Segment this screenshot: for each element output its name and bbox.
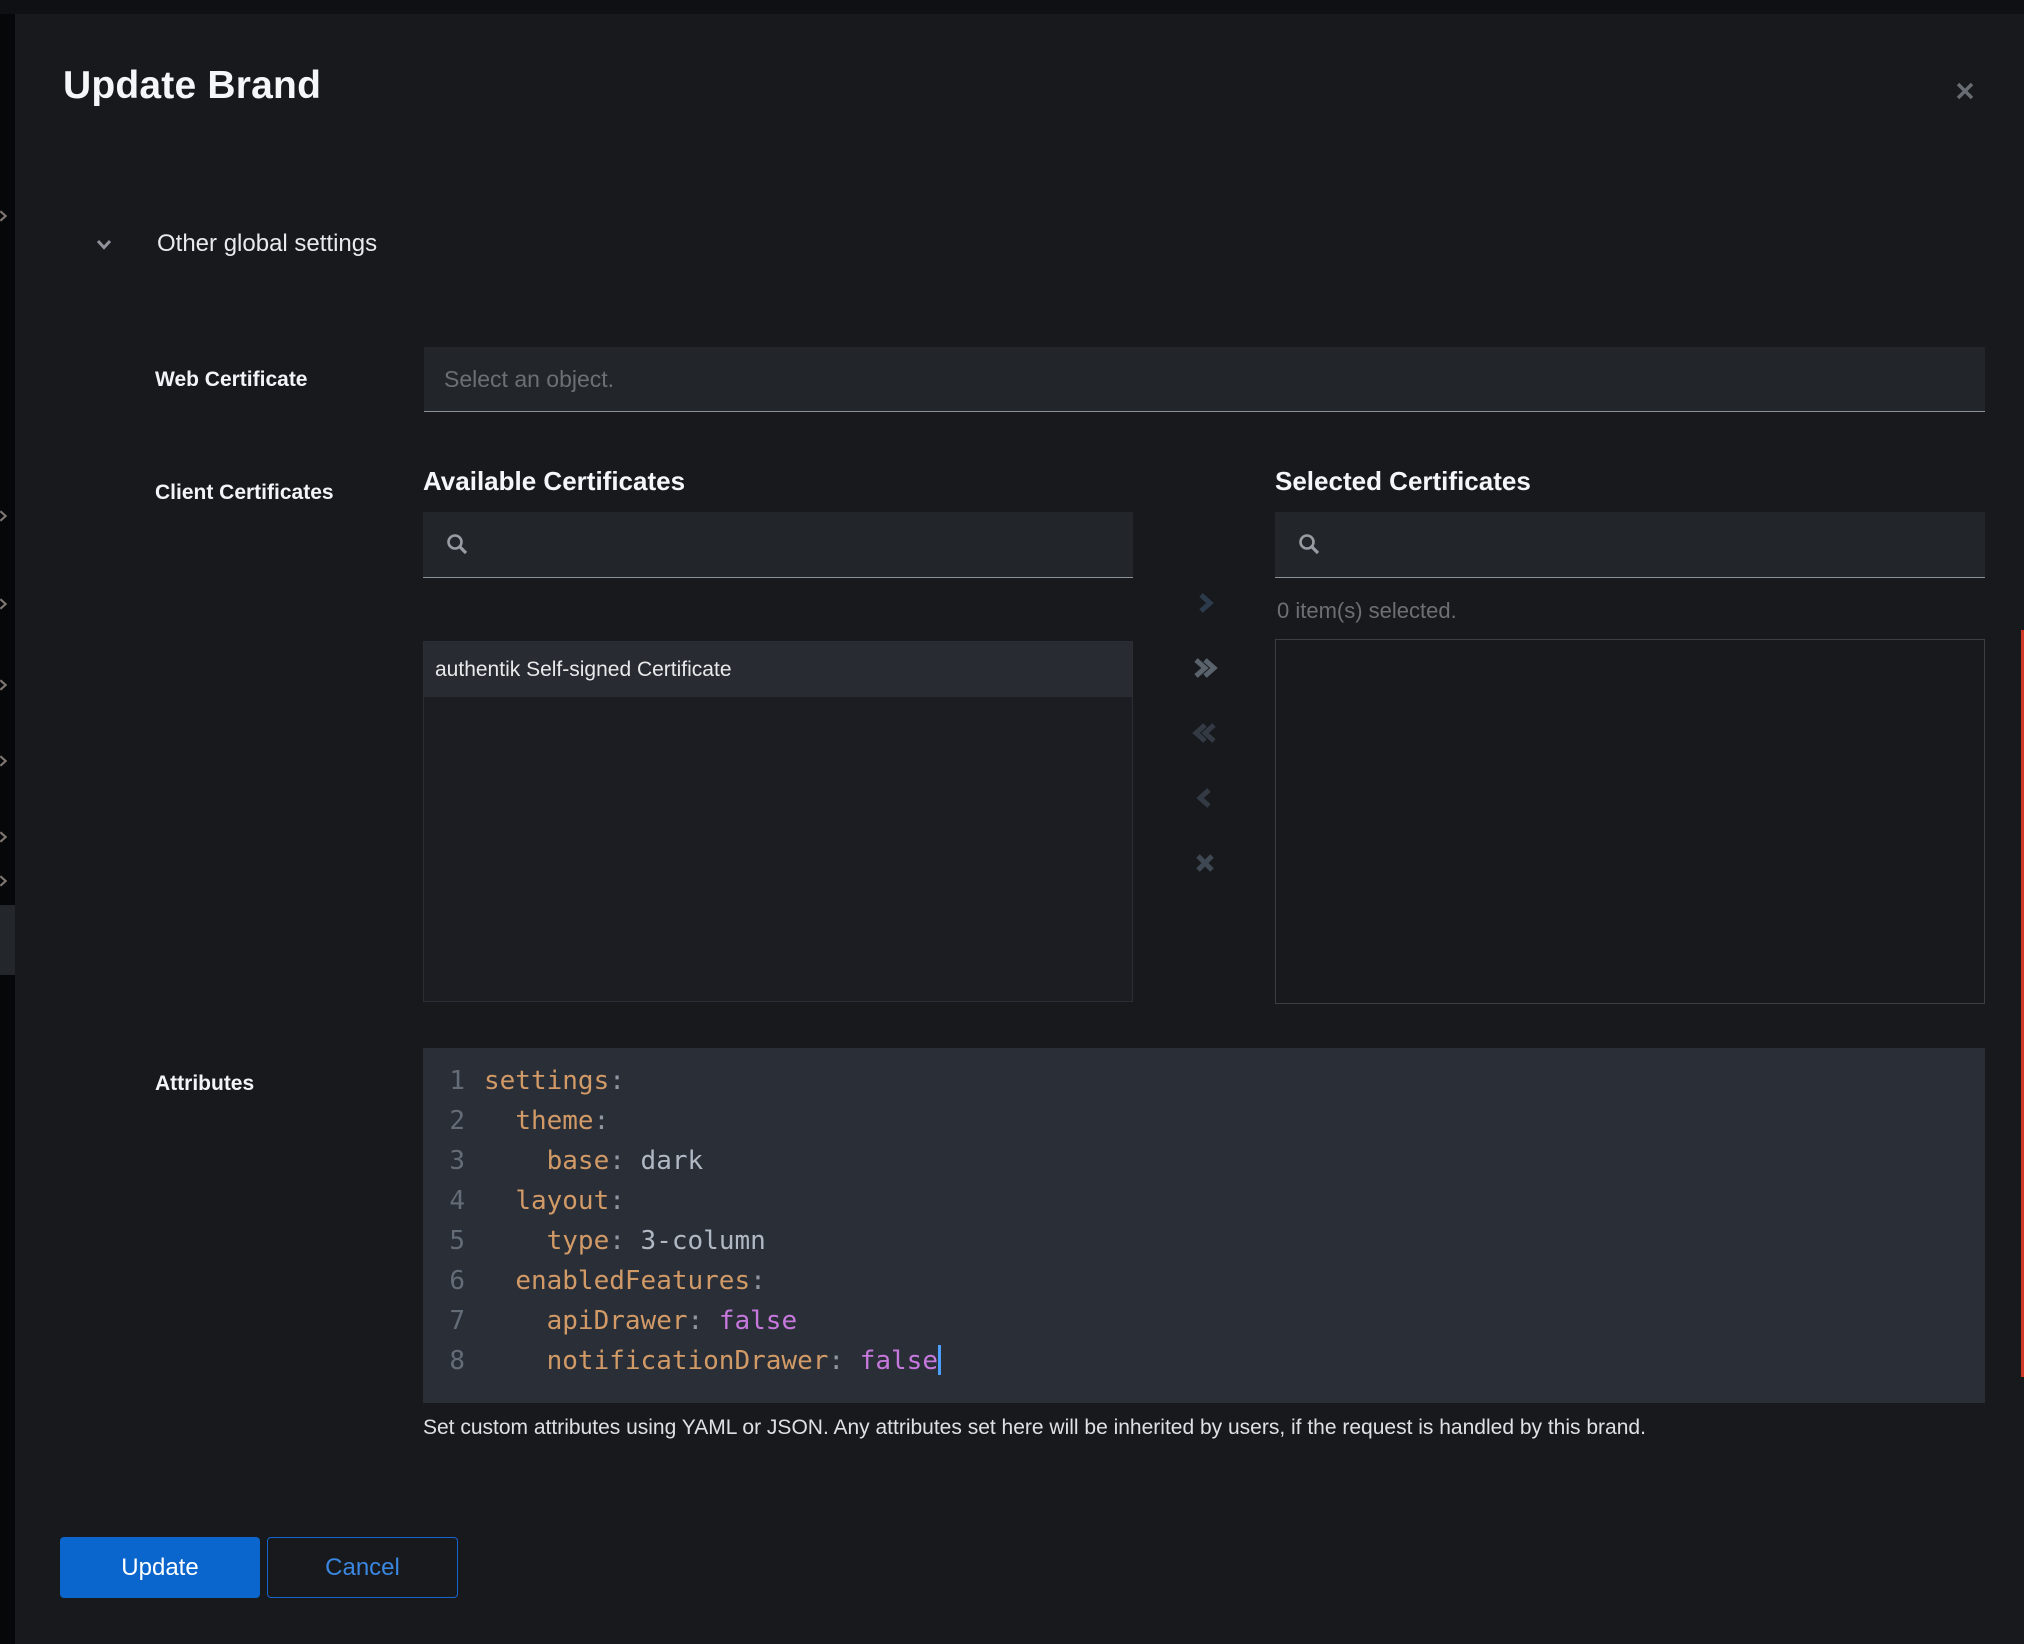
remove-selected-button[interactable] <box>1183 776 1227 820</box>
line-number: 3 <box>423 1141 465 1181</box>
update-brand-modal: Update Brand Other global settings Web C… <box>15 14 2024 1644</box>
chevron-right-icon <box>0 508 11 524</box>
chevron-right-icon <box>0 873 11 889</box>
chevron-right-icon <box>0 829 11 845</box>
available-search-input[interactable] <box>483 512 1127 578</box>
sidebar-item-partial <box>0 208 11 229</box>
text-caret <box>938 1345 941 1375</box>
line-number: 5 <box>423 1221 465 1261</box>
close-icon <box>1953 79 1977 103</box>
angle-left-icon <box>1190 783 1220 813</box>
chevron-right-icon <box>0 753 11 769</box>
cancel-button[interactable]: Cancel <box>267 1537 458 1598</box>
available-certificates-heading: Available Certificates <box>423 466 685 497</box>
modal-title: Update Brand <box>63 64 321 108</box>
sidebar-item-partial <box>0 873 11 894</box>
list-item[interactable]: authentik Self-signed Certificate <box>424 642 1132 697</box>
code-line: 5 type: 3-column <box>423 1221 1985 1261</box>
expander-other-global-settings[interactable]: Other global settings <box>92 230 377 258</box>
line-number: 7 <box>423 1301 465 1341</box>
attributes-help-text: Set custom attributes using YAML or JSON… <box>423 1416 1943 1440</box>
sidebar-item-partial <box>0 596 11 617</box>
line-number: 4 <box>423 1181 465 1221</box>
double-angle-left-icon <box>1190 718 1220 748</box>
double-angle-right-icon <box>1190 653 1220 683</box>
web-certificate-input[interactable] <box>424 347 1985 412</box>
line-number: 1 <box>423 1061 465 1101</box>
expander-label: Other global settings <box>157 230 377 258</box>
code-line: 8 notificationDrawer: false <box>423 1341 1985 1381</box>
available-list[interactable]: authentik Self-signed Certificate <box>423 641 1133 1002</box>
transfer-controls <box>1183 581 1227 885</box>
code-line: 2 theme: <box>423 1101 1985 1141</box>
sidebar-item-partial <box>0 753 11 774</box>
available-search <box>423 512 1133 578</box>
attributes-editor[interactable]: 1settings:2 theme:3 base: dark4 layout:5… <box>423 1048 1985 1403</box>
chevron-down-icon <box>92 232 116 256</box>
selected-count-status: 0 item(s) selected. <box>1277 598 1457 624</box>
code-line: 6 enabledFeatures: <box>423 1261 1985 1301</box>
x-mark-icon <box>1190 848 1220 878</box>
add-selected-button[interactable] <box>1183 581 1227 625</box>
sidebar-item-partial <box>0 677 11 698</box>
sidebar-highlight-row <box>0 905 15 975</box>
add-all-button[interactable] <box>1183 646 1227 690</box>
chevron-right-icon <box>0 677 11 693</box>
selected-search <box>1275 512 1985 578</box>
update-button[interactable]: Update <box>60 1537 260 1598</box>
sidebar-item-partial <box>0 829 11 850</box>
close-button[interactable] <box>1943 70 1987 114</box>
web-certificate-label: Web Certificate <box>155 368 308 392</box>
page: Update Brand Other global settings Web C… <box>0 0 2024 1644</box>
code-line: 7 apiDrawer: false <box>423 1301 1985 1341</box>
attributes-label: Attributes <box>155 1072 254 1096</box>
line-number: 2 <box>423 1101 465 1141</box>
client-certificates-label: Client Certificates <box>155 481 334 505</box>
chevron-right-icon <box>0 208 11 224</box>
code-line: 4 layout: <box>423 1181 1985 1221</box>
clear-button[interactable] <box>1183 841 1227 885</box>
code-line: 1settings: <box>423 1061 1985 1101</box>
angle-right-icon <box>1190 588 1220 618</box>
attributes-code-lines: 1settings:2 theme:3 base: dark4 layout:5… <box>423 1061 1985 1381</box>
sidebar-item-partial <box>0 508 11 529</box>
code-line: 3 base: dark <box>423 1141 1985 1181</box>
selected-search-input[interactable] <box>1335 512 1979 578</box>
selected-list[interactable] <box>1275 639 1985 1004</box>
sidebar-sliver <box>0 14 15 1644</box>
search-icon <box>444 531 472 559</box>
selected-certificates-heading: Selected Certificates <box>1275 466 1531 497</box>
line-number: 8 <box>423 1341 465 1381</box>
chevron-right-icon <box>0 596 11 612</box>
line-number: 6 <box>423 1261 465 1301</box>
search-icon <box>1296 531 1324 559</box>
remove-all-button[interactable] <box>1183 711 1227 755</box>
